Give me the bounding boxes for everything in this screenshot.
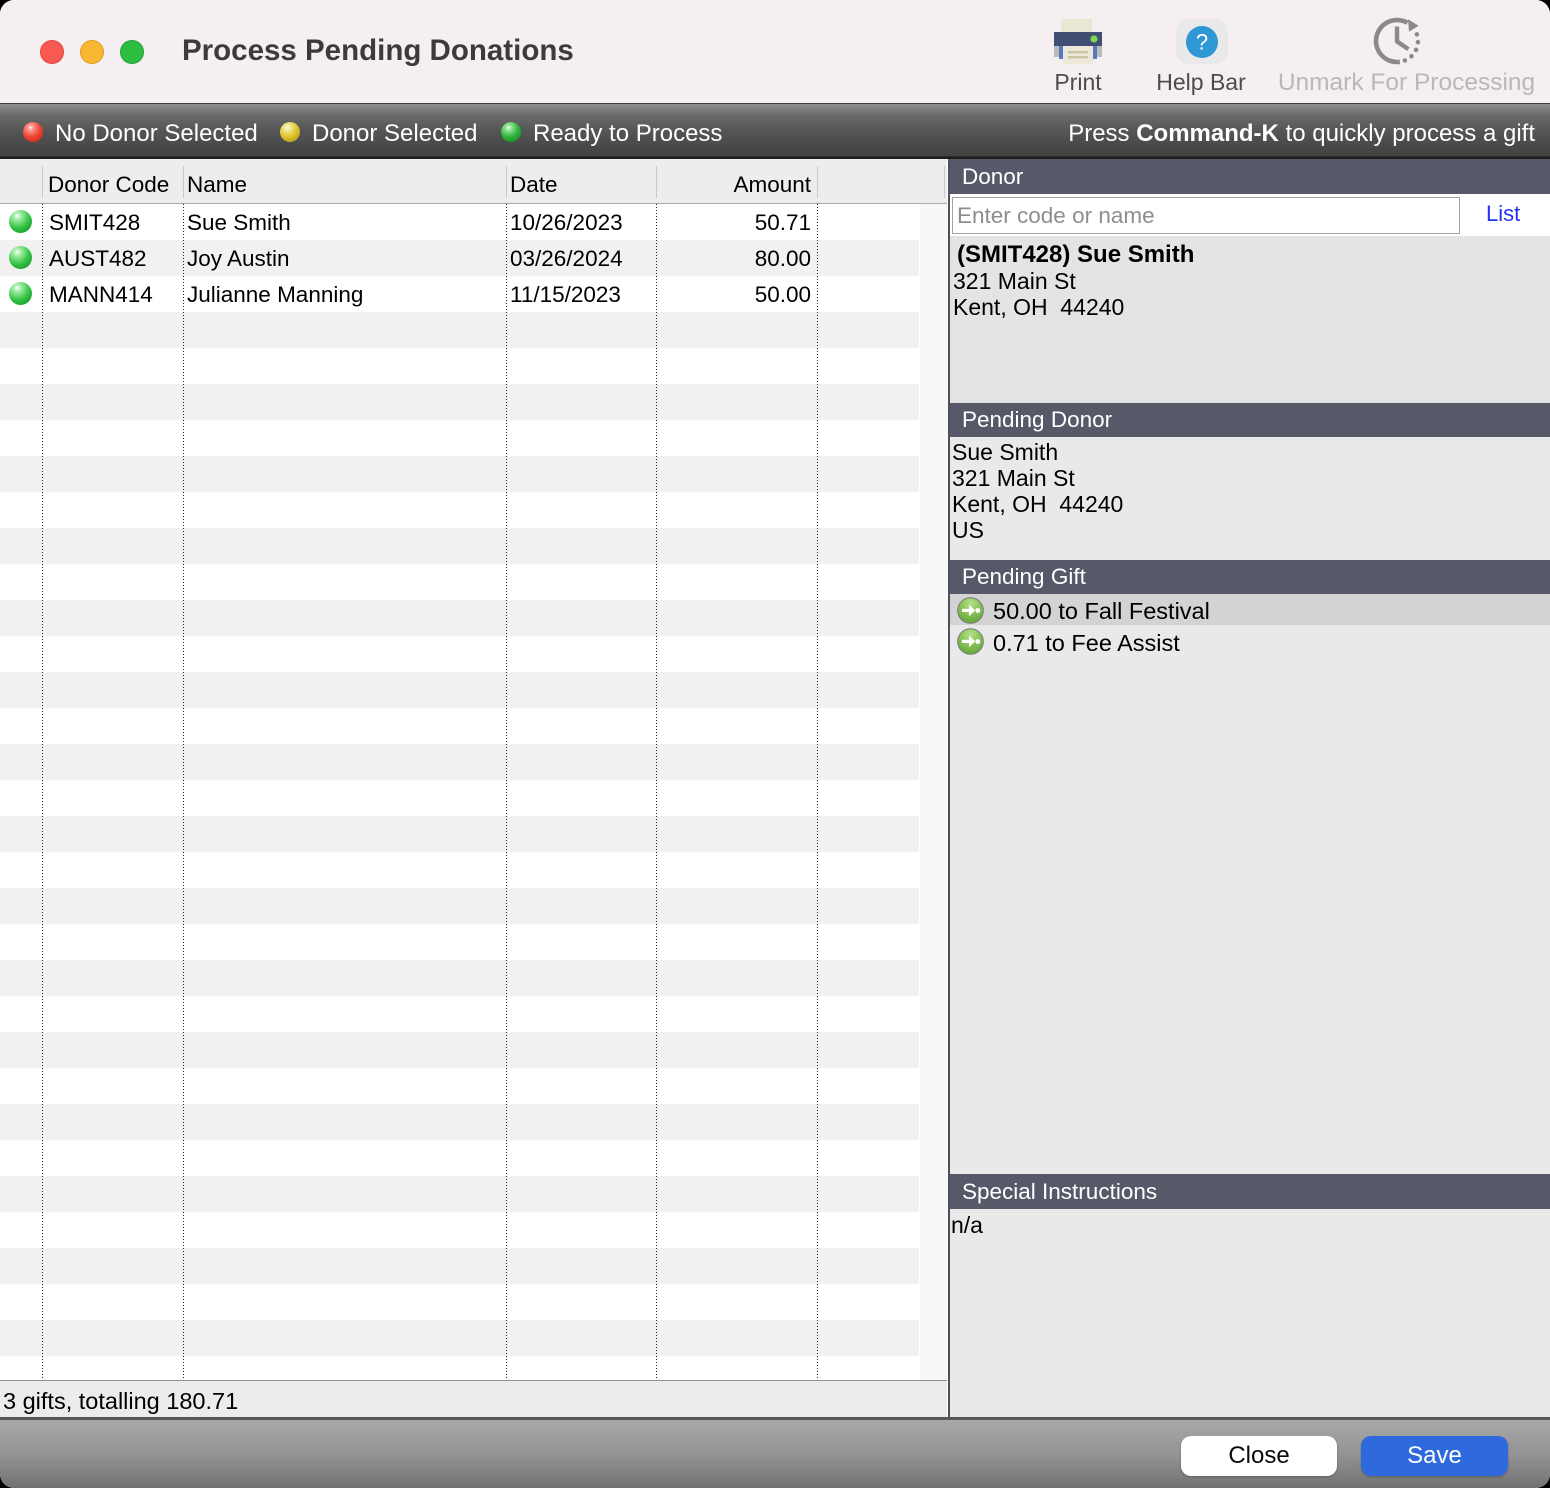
svg-text:?: ? [1196,30,1208,55]
